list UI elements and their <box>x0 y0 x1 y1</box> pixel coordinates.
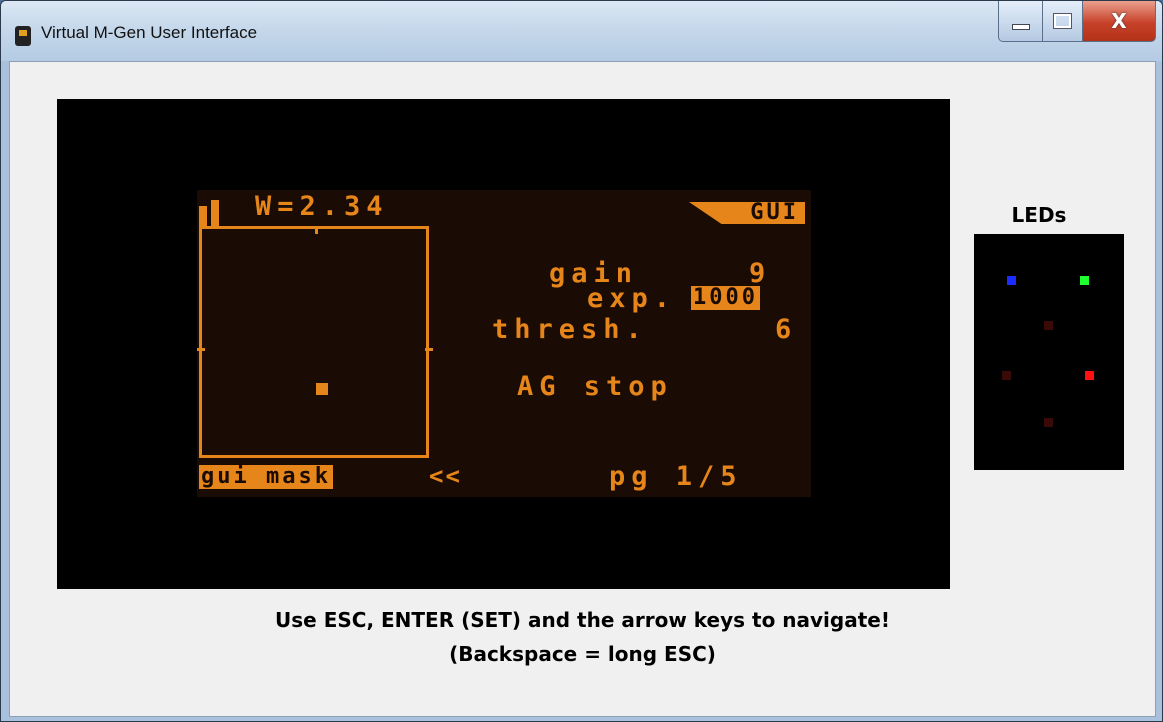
plot-tick-top <box>315 226 318 234</box>
maximize-button[interactable] <box>1043 1 1083 42</box>
status-text: AG stop <box>517 371 673 402</box>
caption-buttons: X <box>998 1 1156 43</box>
position-plot <box>199 226 429 458</box>
led-red <box>1085 371 1094 380</box>
plot-tick-right <box>425 348 433 351</box>
position-marker <box>316 383 328 395</box>
display-screen[interactable]: W=2.34 GUI gain 9 exp. 1000 thresh. 6 AG… <box>57 99 950 589</box>
signal-bars-icon <box>199 200 221 226</box>
gui-tab-label: GUI <box>750 200 799 225</box>
led-dim-3 <box>1044 418 1053 427</box>
led-green <box>1080 276 1089 285</box>
close-icon: X <box>1111 9 1127 33</box>
gain-value: 9 <box>749 258 772 289</box>
close-button[interactable]: X <box>1083 1 1156 42</box>
led-dim-1 <box>1044 321 1053 330</box>
minimize-button[interactable] <box>998 1 1043 42</box>
plot-tick-left <box>197 348 205 351</box>
title-bar[interactable]: Virtual M-Gen User Interface X <box>1 1 1162 61</box>
lcd-panel: W=2.34 GUI gain 9 exp. 1000 thresh. 6 AG… <box>197 190 811 497</box>
exp-label: exp. <box>587 283 677 314</box>
leds-label: LEDs <box>1011 203 1067 227</box>
led-blue <box>1007 276 1016 285</box>
exp-value-selected[interactable]: 1000 <box>691 286 760 310</box>
instructions-line-1: Use ESC, ENTER (SET) and the arrow keys … <box>275 608 890 632</box>
app-icon[interactable] <box>15 26 31 46</box>
maximize-icon <box>1053 13 1072 29</box>
mode-label: gui mask <box>199 464 333 489</box>
width-readout: W=2.34 <box>255 191 389 222</box>
led-dim-2 <box>1002 371 1011 380</box>
window-title: Virtual M-Gen User Interface <box>41 23 258 42</box>
leds-panel <box>974 234 1124 470</box>
page-indicator: pg 1/5 <box>609 461 743 492</box>
gui-tab: GUI <box>689 202 805 224</box>
thresh-label: thresh. <box>492 314 648 345</box>
app-window: Virtual M-Gen User Interface X W=2.34 GU… <box>0 0 1163 722</box>
client-area: W=2.34 GUI gain 9 exp. 1000 thresh. 6 AG… <box>9 61 1156 717</box>
minimize-icon <box>1011 24 1030 30</box>
instructions-line-2: (Backspace = long ESC) <box>449 642 716 666</box>
thresh-value: 6 <box>775 314 798 345</box>
nav-arrows: << <box>429 462 462 490</box>
